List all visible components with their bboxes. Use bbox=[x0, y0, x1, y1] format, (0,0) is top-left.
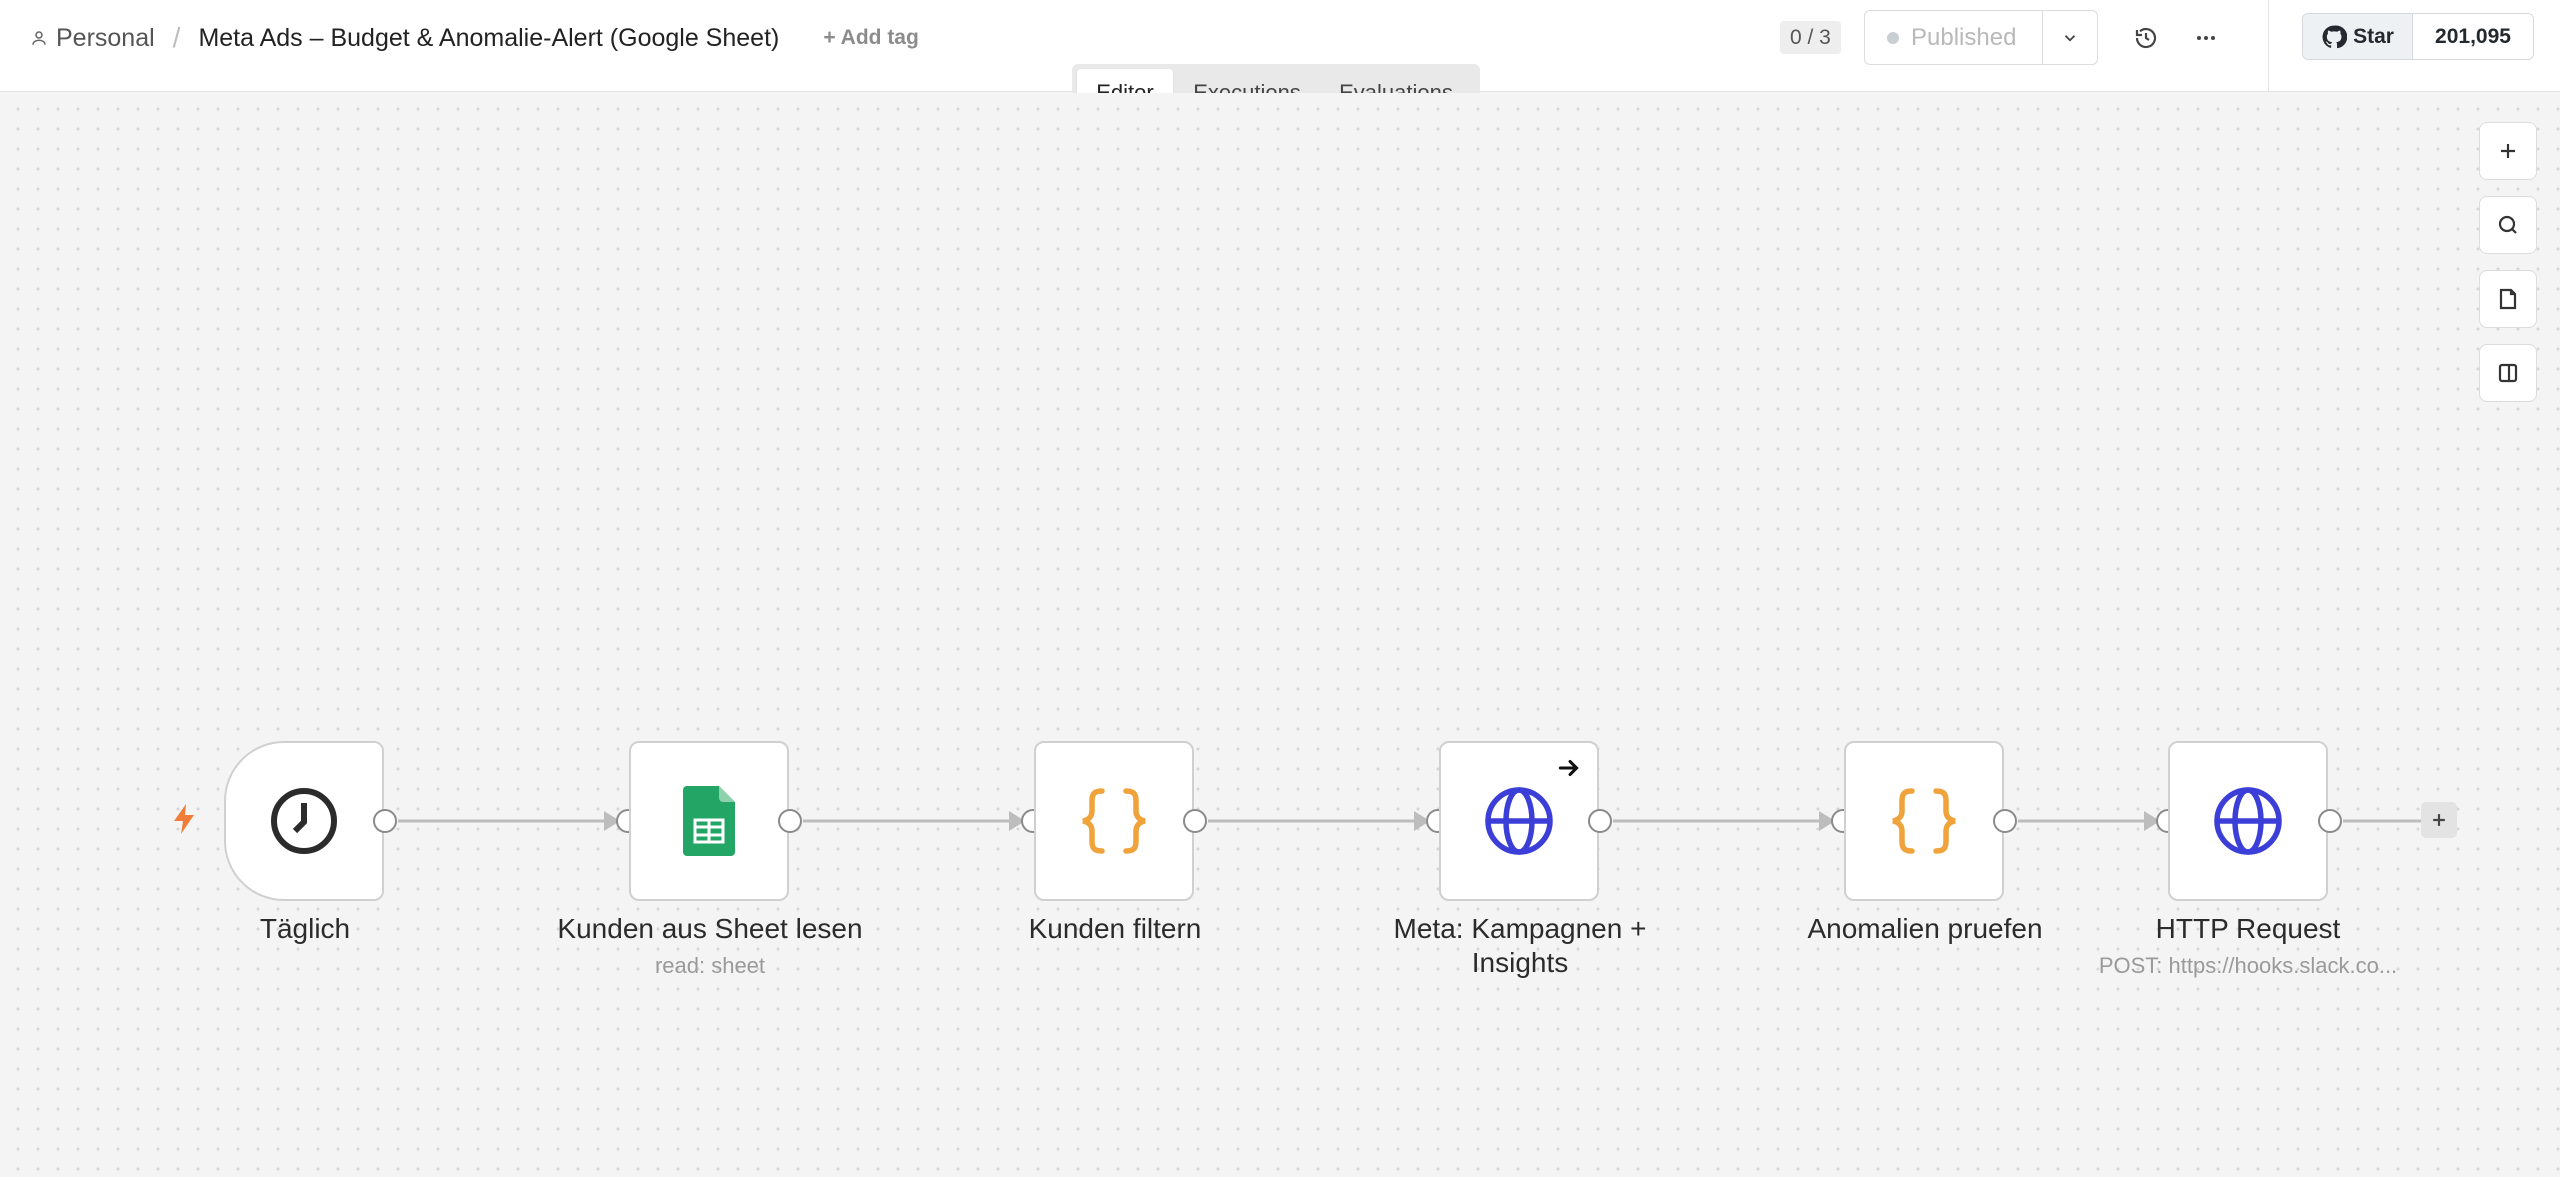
trigger-bolt-icon bbox=[174, 804, 194, 834]
node-subtitle: POST: https://hooks.slack.co... bbox=[2098, 953, 2398, 978]
github-star-button[interactable]: Star bbox=[2303, 14, 2413, 59]
node-code-anomalies[interactable] bbox=[1844, 741, 2004, 901]
publish-control: Published bbox=[1864, 10, 2098, 65]
globe-icon bbox=[2214, 787, 2282, 855]
node-schedule-trigger[interactable] bbox=[224, 741, 384, 901]
add-next-node-button[interactable] bbox=[2421, 802, 2457, 838]
node-subtitle: read: sheet bbox=[654, 953, 766, 978]
add-tag-button[interactable]: + Add tag bbox=[823, 26, 918, 50]
add-node-button[interactable] bbox=[2479, 122, 2537, 180]
header-divider bbox=[2268, 0, 2269, 92]
output-port[interactable] bbox=[373, 809, 397, 833]
project-name: Personal bbox=[56, 23, 155, 52]
code-braces-icon bbox=[1892, 788, 1956, 854]
node-label: Täglich bbox=[259, 913, 351, 944]
workflow-title[interactable]: Meta Ads – Budget & Anomalie-Alert (Goog… bbox=[198, 24, 779, 53]
breadcrumb-project[interactable]: Personal bbox=[30, 24, 155, 53]
github-star-widget: Star 201,095 bbox=[2302, 13, 2534, 60]
version-counter: 0 / 3 bbox=[1780, 21, 1841, 54]
arrow-right-icon[interactable] bbox=[1556, 755, 1582, 781]
node-code-filter[interactable] bbox=[1034, 741, 1194, 901]
github-icon bbox=[2322, 24, 2348, 48]
output-port[interactable] bbox=[778, 809, 802, 833]
canvas-toolbar bbox=[2479, 122, 2537, 402]
breadcrumb-separator: / bbox=[172, 22, 181, 53]
chevron-down-icon bbox=[2064, 34, 2076, 42]
plus-icon bbox=[2501, 144, 2515, 158]
node-http-request[interactable] bbox=[2168, 741, 2328, 901]
clock-icon bbox=[271, 788, 337, 854]
user-icon bbox=[32, 31, 46, 45]
breadcrumb: Personal / Meta Ads – Budget & Anomalie-… bbox=[30, 22, 919, 54]
google-sheets-icon bbox=[683, 786, 735, 856]
note-icon bbox=[2499, 288, 2517, 310]
more-options-button[interactable] bbox=[2186, 18, 2226, 58]
node-label: Meta: Kampagnen + Insights bbox=[1340, 912, 1700, 980]
toggle-panel-button[interactable] bbox=[2479, 344, 2537, 402]
status-dot-icon bbox=[1887, 31, 1899, 44]
node-label-line1: Meta: Kampagnen + bbox=[1393, 913, 1647, 944]
output-port[interactable] bbox=[2318, 809, 2342, 833]
ellipsis-icon bbox=[2197, 36, 2215, 40]
publish-dropdown-button[interactable] bbox=[2043, 11, 2097, 64]
node-google-sheets[interactable] bbox=[629, 741, 789, 901]
history-icon bbox=[2135, 27, 2157, 49]
workflow-canvas[interactable] bbox=[0, 93, 2560, 1177]
sticky-note-button[interactable] bbox=[2479, 270, 2537, 328]
history-button[interactable] bbox=[2126, 18, 2166, 58]
search-nodes-button[interactable] bbox=[2479, 196, 2537, 254]
publish-button[interactable]: Published bbox=[1865, 11, 2043, 64]
sidebar-panel-icon bbox=[2498, 363, 2518, 383]
github-star-count[interactable]: 201,095 bbox=[2413, 14, 2533, 59]
github-star-label: Star bbox=[2353, 24, 2394, 48]
search-icon bbox=[2498, 215, 2517, 234]
publish-label: Published bbox=[1911, 23, 2017, 51]
node-label-line2: Insights bbox=[1471, 947, 1569, 978]
node-label: HTTP Request bbox=[2155, 913, 2341, 944]
output-port[interactable] bbox=[1183, 809, 1207, 833]
output-port[interactable] bbox=[1993, 809, 2017, 833]
node-label: Kunden aus Sheet lesen bbox=[557, 913, 863, 944]
plus-icon bbox=[2433, 814, 2445, 826]
node-label: Anomalien pruefen bbox=[1807, 913, 2043, 944]
globe-icon bbox=[1485, 787, 1553, 855]
node-label: Kunden filtern bbox=[1028, 913, 1202, 944]
output-port[interactable] bbox=[1588, 809, 1612, 833]
code-braces-icon bbox=[1082, 788, 1146, 854]
